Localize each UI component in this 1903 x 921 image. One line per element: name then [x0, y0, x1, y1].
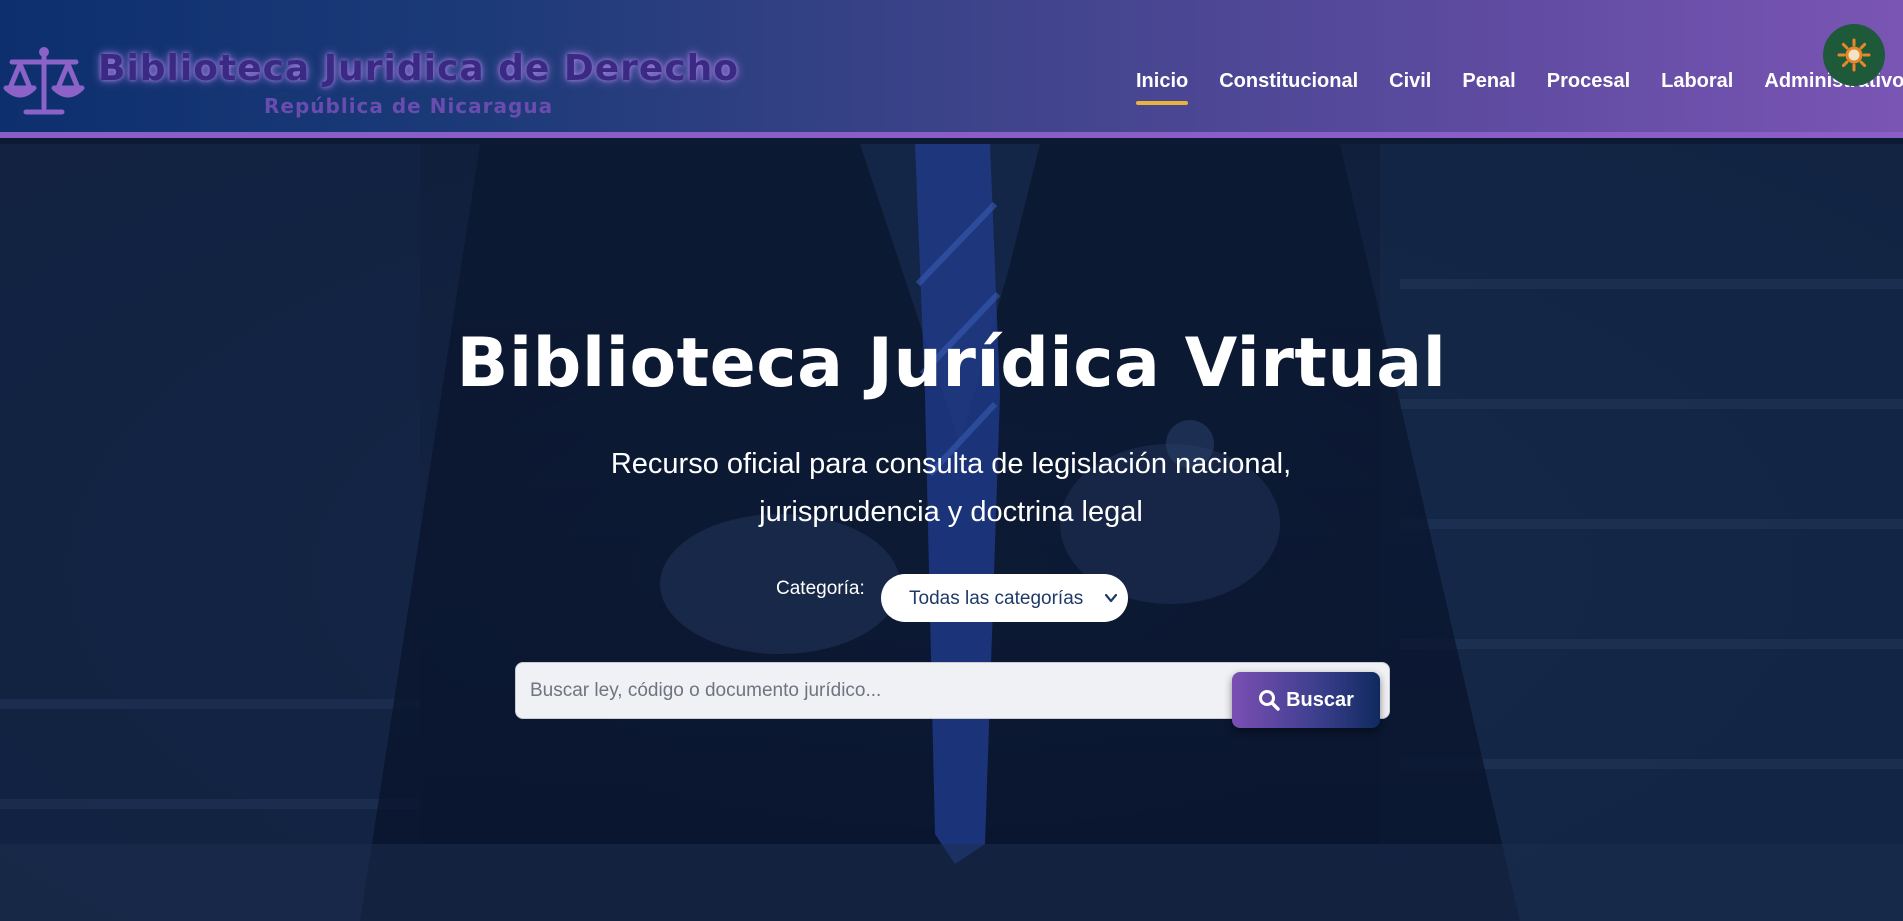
search-button[interactable]: Buscar: [1232, 672, 1380, 728]
search-input[interactable]: [530, 674, 1220, 708]
category-select-value: Todas las categorías: [909, 588, 1084, 609]
brand-subtitle: República de Nicaragua: [264, 94, 554, 118]
site-header: Biblioteca Juridica de Derecho República…: [0, 0, 1903, 138]
hero-section: Biblioteca Jurídica Virtual Recurso ofic…: [0, 144, 1903, 921]
nav-item-procesal[interactable]: Procesal: [1547, 70, 1630, 93]
brand[interactable]: Biblioteca Juridica de Derecho República…: [0, 40, 738, 125]
sun-icon: [1837, 38, 1871, 72]
search-button-label: Buscar: [1286, 688, 1354, 711]
main-nav: Inicio Constitucional Civil Penal Proces…: [1136, 70, 1903, 105]
theme-toggle-button[interactable]: [1823, 24, 1885, 86]
chevron-down-icon: [1105, 593, 1117, 603]
nav-item-laboral[interactable]: Laboral: [1661, 70, 1733, 93]
search-icon: [1259, 690, 1280, 711]
brand-title: Biblioteca Juridica de Derecho: [98, 48, 740, 89]
nav-item-civil[interactable]: Civil: [1389, 70, 1431, 93]
hero-title: Biblioteca Jurídica Virtual: [456, 324, 1447, 403]
hero-subtitle-line-2: jurisprudencia y doctrina legal: [759, 496, 1143, 528]
scales-of-justice-icon: [3, 47, 85, 115]
nav-item-constitucional[interactable]: Constitucional: [1219, 70, 1358, 93]
hero-subtitle-line-1: Recurso oficial para consulta de legisla…: [610, 448, 1292, 480]
category-label: Categoría:: [776, 578, 865, 599]
nav-item-penal[interactable]: Penal: [1462, 70, 1515, 93]
hero-subtitle: Recurso oficial para consulta de legisla…: [551, 440, 1351, 536]
category-select[interactable]: Todas las categorías: [881, 574, 1128, 622]
nav-item-inicio[interactable]: Inicio: [1136, 70, 1189, 105]
